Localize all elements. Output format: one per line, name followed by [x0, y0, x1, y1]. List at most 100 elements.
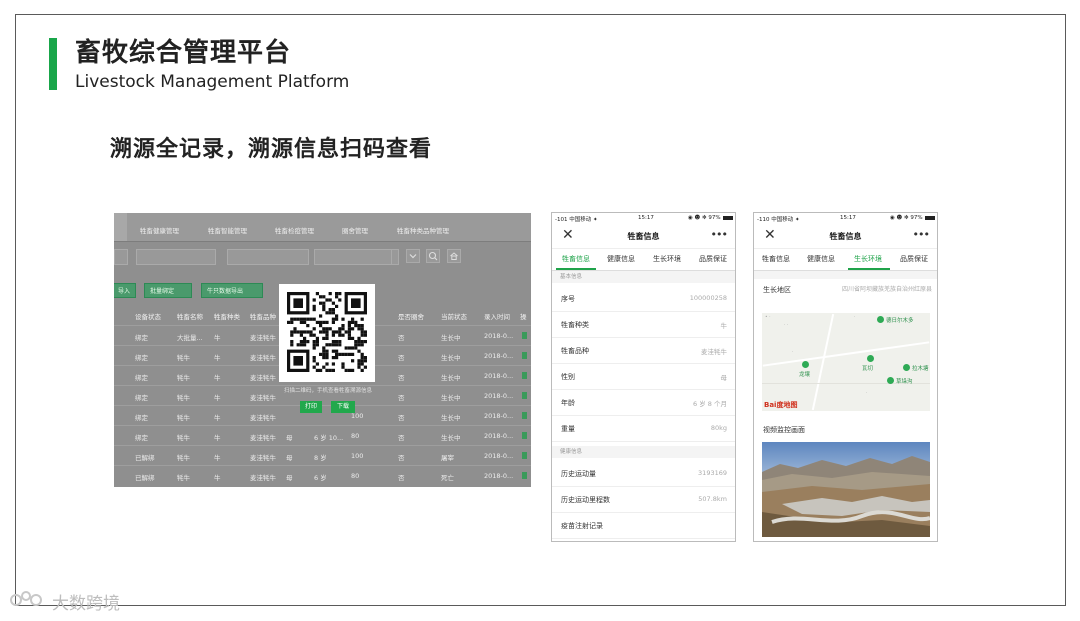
info-row[interactable]: 历史运动里程数 507.8km — [552, 486, 735, 513]
row-action-icon[interactable] — [522, 432, 527, 439]
table-cell: 2018-0... — [484, 452, 514, 460]
table-cell: 2018-0... — [484, 472, 514, 480]
clock-text: 15:17 — [840, 215, 856, 221]
surveillance-video[interactable] — [762, 442, 930, 537]
table-row[interactable]: 绑定 牦牛 牛 麦洼牦牛 母 6 岁 10... 80 否 生长中 2018-0... — [114, 425, 531, 446]
info-row[interactable]: 性别 母 — [552, 363, 735, 390]
table-cell: 生长中 — [441, 394, 461, 402]
info-row[interactable]: 牲畜种类 牛 — [552, 311, 735, 338]
tab-health-info[interactable]: 健康信息 — [607, 254, 635, 264]
tab-quality-assurance[interactable]: 品质保证 — [699, 254, 727, 264]
battery-icon — [723, 216, 733, 220]
map-place-label: 德日尔木多 — [886, 318, 914, 324]
table-cell: 牛 — [214, 394, 221, 402]
map-place-label: 瓦切 — [862, 366, 874, 372]
filter-field[interactable] — [227, 249, 309, 265]
info-label: 重量 — [561, 425, 575, 433]
filter-field[interactable] — [136, 249, 216, 265]
info-row[interactable]: 年龄 6 岁 8 个月 — [552, 389, 735, 416]
tab-livestock-info[interactable]: 牲畜信息 — [762, 254, 790, 264]
column-header: 牲畜品种 — [250, 313, 276, 321]
batch-bind-button[interactable]: 批量绑定 — [144, 283, 192, 298]
search-icon[interactable] — [426, 249, 440, 263]
info-row[interactable]: 历史运动量 3193169 — [552, 460, 735, 487]
map-pin-icon[interactable] — [877, 316, 884, 323]
qr-code-popup — [279, 284, 375, 382]
tab-growth-environment[interactable]: 生长环境 — [653, 254, 681, 264]
tab-livestock-info[interactable]: 牲畜信息 — [562, 254, 590, 264]
info-value: 牛 — [720, 322, 728, 330]
column-header: 操 — [520, 313, 527, 321]
download-button[interactable]: 下载 — [331, 401, 355, 413]
row-action-icon[interactable] — [522, 452, 527, 459]
row-action-icon[interactable] — [522, 332, 527, 339]
table-cell: 死亡 — [441, 474, 454, 482]
table-cell: 牛 — [214, 334, 221, 342]
row-action-icon[interactable] — [522, 352, 527, 359]
filter-select[interactable] — [314, 249, 392, 265]
info-row[interactable]: 序号 100000258 — [552, 285, 735, 312]
map-minor-label: · — [866, 391, 868, 396]
column-header: 是否圈舍 — [398, 313, 424, 321]
import-button[interactable]: 导入 — [114, 283, 136, 298]
nav-title: 牲畜信息 — [829, 232, 862, 241]
table-cell: 8 岁 — [314, 454, 327, 462]
table-cell: 否 — [398, 434, 405, 442]
desktop-tab-pen[interactable]: 圈舍管理 — [342, 225, 368, 235]
desktop-tab-breed[interactable]: 牲畜种类品种管理 — [397, 225, 449, 235]
table-cell: 否 — [398, 474, 405, 482]
map-pin-icon[interactable] — [867, 355, 874, 362]
export-button[interactable]: 牛只数据导出 — [201, 283, 263, 298]
info-row[interactable]: 重量 80kg — [552, 415, 735, 442]
row-action-icon[interactable] — [522, 392, 527, 399]
desktop-tab-quarantine[interactable]: 牲畜检疫管理 — [275, 225, 314, 235]
info-value: 3193169 — [698, 469, 727, 477]
tab-health-info[interactable]: 健康信息 — [807, 254, 835, 264]
map-pin-icon[interactable] — [887, 377, 894, 384]
table-cell: 牦牛 — [177, 394, 190, 402]
battery-icon — [925, 216, 935, 220]
filter-field[interactable] — [114, 249, 128, 265]
chevron-down-icon[interactable] — [406, 249, 420, 263]
map-minor-label: · — [792, 350, 794, 355]
print-button[interactable]: 打印 — [300, 401, 322, 413]
phone-livestock-info: -101 中国移动 ✦ 15:17 ◉ ☻ ✻ 97% ✕ 牲畜信息 ••• 牲… — [551, 212, 736, 542]
more-icon[interactable]: ••• — [913, 228, 930, 241]
table-row[interactable]: 已解绑 牦牛 牛 麦洼牦牛 母 8 岁 100 否 屠宰 2018-0... — [114, 445, 531, 466]
column-header: 设备状态 — [135, 313, 161, 321]
info-value: 麦洼牦牛 — [701, 348, 727, 356]
table-row[interactable]: 绑定 牦牛 牛 麦洼牦牛 100 否 生长中 2018-0... — [114, 405, 531, 426]
table-cell: 牦牛 — [177, 414, 190, 422]
map-place-label: 拉木塘 — [912, 366, 929, 372]
table-cell: 母 — [286, 454, 293, 462]
phone-growth-environment: -110 中国移动 ✦ 15:17 ◉ ☻ ✻ 97% ✕ 牲畜信息 ••• 牲… — [753, 212, 938, 542]
tab-growth-environment[interactable]: 生长环境 — [854, 254, 882, 264]
desktop-tab-health[interactable]: 牲畜健康管理 — [140, 225, 179, 235]
table-cell: 牛 — [214, 354, 221, 362]
home-icon[interactable] — [447, 249, 461, 263]
tab-quality-assurance[interactable]: 品质保证 — [900, 254, 928, 264]
info-label: 序号 — [561, 295, 575, 303]
desktop-tab-active[interactable] — [114, 213, 127, 241]
table-cell: 生长中 — [441, 354, 461, 362]
map-pin-icon[interactable] — [903, 364, 910, 371]
map-place-label: 草垛沟 — [896, 379, 913, 385]
table-cell: 6 岁 — [314, 474, 327, 482]
active-tab-indicator — [848, 268, 890, 270]
table-cell: 生长中 — [441, 334, 461, 342]
info-row[interactable]: 疫苗注射记录 — [552, 512, 735, 539]
video-label: 视频监控画面 — [763, 426, 805, 434]
more-icon[interactable]: ••• — [711, 228, 728, 241]
info-value: 母 — [720, 374, 728, 382]
desktop-tab-smart[interactable]: 牲畜智能管理 — [208, 225, 247, 235]
table-cell: 绑定 — [135, 394, 148, 402]
row-action-icon[interactable] — [522, 472, 527, 479]
table-row[interactable]: 已解绑 牦牛 牛 麦洼牦牛 母 6 岁 80 否 死亡 2018-0... — [114, 465, 531, 486]
map-pin-icon[interactable] — [802, 361, 809, 368]
desktop-tab-bar: 牲畜健康管理 牲畜智能管理 牲畜检疫管理 圈舍管理 牲畜种类品种管理 — [114, 213, 531, 242]
info-label: 性别 — [561, 373, 575, 381]
growth-region-map[interactable]: • · · · · · · 德日尔木多 龙壤 瓦切 拉木塘 草垛沟 Bai度地图 — [762, 313, 930, 411]
row-action-icon[interactable] — [522, 372, 527, 379]
row-action-icon[interactable] — [522, 412, 527, 419]
info-row[interactable]: 牲畜品种 麦洼牦牛 — [552, 337, 735, 364]
